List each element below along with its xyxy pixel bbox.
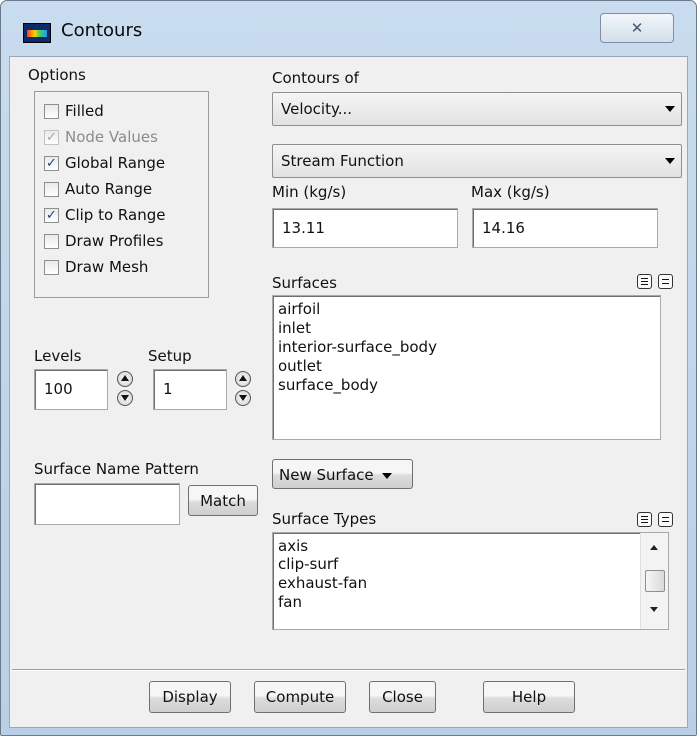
select-all-icon[interactable]: [637, 512, 652, 527]
display-button[interactable]: Display: [149, 681, 231, 713]
setup-label: Setup: [148, 347, 192, 365]
surfaces-list-item[interactable]: surface_body: [278, 376, 378, 394]
help-button[interactable]: Help: [483, 681, 575, 713]
clip-to-range-check-mark: ✓: [44, 208, 59, 223]
clip-to-range-label: Clip to Range: [65, 206, 166, 224]
levels-spinner[interactable]: [117, 371, 133, 409]
surface-types-list-item[interactable]: exhaust-fan: [278, 574, 367, 592]
filled-label: Filled: [65, 102, 104, 120]
levels-value: 100: [44, 380, 73, 398]
surface-name-pattern-label: Surface Name Pattern: [34, 460, 199, 478]
surfaces-list-item[interactable]: inlet: [278, 319, 311, 337]
select-all-icon[interactable]: [637, 274, 652, 289]
filled-check-mark: [44, 104, 59, 119]
global-range-check-mark: ✓: [44, 156, 59, 171]
min-field[interactable]: 13.11: [272, 208, 458, 248]
max-field[interactable]: 14.16: [472, 208, 658, 248]
global-range-label: Global Range: [65, 154, 166, 172]
auto-range-check-mark: [44, 182, 59, 197]
surfaces-label: Surfaces: [272, 274, 337, 292]
scroll-down-icon[interactable]: [650, 607, 658, 612]
setup-decrement-button[interactable]: [235, 390, 251, 406]
min-value: 13.11: [282, 219, 325, 237]
surface-name-pattern-field[interactable]: [34, 483, 180, 525]
contours-of-category-value: Velocity...: [281, 100, 353, 118]
deselect-all-icon[interactable]: [658, 274, 673, 289]
draw-mesh-label: Draw Mesh: [65, 258, 149, 276]
surface-types-list-item[interactable]: fan: [278, 593, 302, 611]
draw-profiles-check-mark: [44, 234, 59, 249]
node-values-check-mark: ✓: [44, 130, 59, 145]
surfaces-list-item[interactable]: interior-surface_body: [278, 338, 437, 356]
setup-spinner[interactable]: [235, 371, 251, 409]
chevron-down-icon: [665, 158, 675, 164]
draw-profiles-label: Draw Profiles: [65, 232, 164, 250]
contours-of-quantity-dropdown[interactable]: Stream Function: [272, 144, 682, 178]
window-title: Contours: [61, 20, 143, 41]
window-close-button[interactable]: ✕: [600, 13, 674, 43]
surface-types-list[interactable]: axis clip-surf exhaust-fan fan: [272, 532, 669, 630]
node-values-label: Node Values: [65, 128, 158, 146]
draw-mesh-check-mark: [44, 260, 59, 275]
max-label: Max (kg/s): [471, 183, 550, 201]
options-group: Filled ✓ Node Values ✓ Global Range Auto…: [34, 91, 209, 298]
compute-button[interactable]: Compute: [254, 681, 346, 713]
levels-increment-button[interactable]: [117, 371, 133, 387]
contours-of-category-dropdown[interactable]: Velocity...: [272, 92, 682, 126]
title-bar[interactable]: Contours ✕: [1, 1, 696, 56]
deselect-all-icon[interactable]: [658, 512, 673, 527]
surface-types-scrollbar[interactable]: [640, 533, 668, 629]
fluent-contours-icon: [23, 23, 51, 43]
auto-range-label: Auto Range: [65, 180, 153, 198]
surfaces-list-item[interactable]: outlet: [278, 357, 322, 375]
levels-field[interactable]: 100: [34, 369, 108, 410]
match-button[interactable]: Match: [188, 485, 258, 516]
surface-types-list-item[interactable]: axis: [278, 537, 308, 555]
setup-field[interactable]: 1: [153, 369, 227, 410]
levels-label: Levels: [34, 347, 82, 365]
levels-decrement-button[interactable]: [117, 390, 133, 406]
setup-value: 1: [163, 380, 173, 398]
surfaces-list[interactable]: airfoil inlet interior-surface_body outl…: [272, 295, 661, 440]
surface-types-label: Surface Types: [272, 510, 377, 528]
footer-separator: [12, 669, 685, 671]
new-surface-label: New Surface: [279, 466, 374, 484]
contours-of-quantity-value: Stream Function: [281, 152, 404, 170]
scroll-thumb[interactable]: [645, 570, 665, 592]
surface-types-list-item[interactable]: clip-surf: [278, 555, 338, 573]
surfaces-list-item[interactable]: airfoil: [278, 300, 320, 318]
chevron-down-icon: [665, 106, 675, 112]
dialog-body: Options Filled ✓ Node Values ✓ Global Ra…: [9, 56, 688, 728]
contours-of-label: Contours of: [272, 69, 359, 87]
setup-increment-button[interactable]: [235, 371, 251, 387]
chevron-down-icon: [382, 472, 393, 479]
new-surface-button[interactable]: New Surface: [272, 459, 413, 489]
close-icon: ✕: [630, 19, 644, 37]
options-heading: Options: [28, 66, 86, 84]
max-value: 14.16: [482, 219, 525, 237]
close-button[interactable]: Close: [369, 681, 436, 713]
contours-dialog: Contours ✕ Options Filled ✓ Node Values …: [0, 0, 697, 736]
scroll-up-icon[interactable]: [650, 545, 658, 550]
min-label: Min (kg/s): [272, 183, 347, 201]
